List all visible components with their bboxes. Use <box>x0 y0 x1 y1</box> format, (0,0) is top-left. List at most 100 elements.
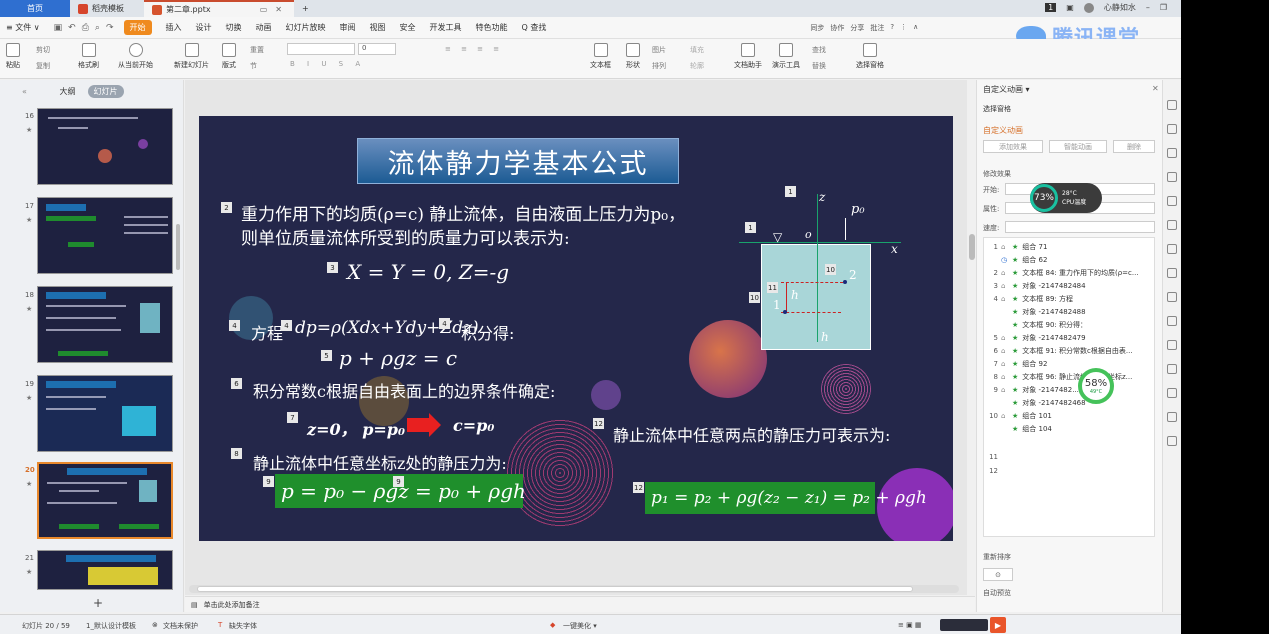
reset-button[interactable]: 重置 <box>250 45 264 55</box>
settings-tool-icon[interactable] <box>1167 412 1177 422</box>
menu-review[interactable]: 审阅 <box>340 22 356 33</box>
slide-thumbnail-20[interactable] <box>37 462 173 539</box>
location-tool-icon[interactable] <box>1167 172 1177 182</box>
new-slide-button[interactable]: 新建幻灯片 <box>174 43 209 70</box>
help-button[interactable]: ? <box>890 23 894 33</box>
undo-icon[interactable]: ↶ <box>68 23 76 33</box>
minimize-button[interactable]: – <box>1146 3 1150 12</box>
list-item[interactable]: 10 ⌂ ★ 组合 101 <box>984 409 1156 422</box>
export-tool-icon[interactable] <box>1167 316 1177 326</box>
section-button[interactable]: 节 <box>250 61 257 71</box>
text-two-points[interactable]: 静止流体中任意两点的静压力可表示为: <box>613 422 890 446</box>
list-item[interactable]: 8 ⌂ ★ 文本框 96: 静止流体中任意坐标z... <box>984 370 1156 383</box>
text-constant-result[interactable]: c=p₀ <box>453 416 494 435</box>
menu-search[interactable]: Q 查找 <box>522 22 547 33</box>
equation-body-force[interactable]: X = Y = 0, Z=-g <box>347 260 509 284</box>
grid-tool-icon[interactable] <box>1167 244 1177 254</box>
recording-widget[interactable] <box>940 619 988 631</box>
collab-button[interactable]: 协作 <box>830 23 844 33</box>
tab-file[interactable]: 第二章.pptx ▭ ✕ <box>144 0 294 17</box>
user-name[interactable]: 心静如水 <box>1104 2 1136 13</box>
tab-close-icon[interactable]: ✕ <box>275 5 282 14</box>
text-integrate[interactable]: 积分得: <box>461 320 514 344</box>
shape-tool-icon[interactable] <box>1167 148 1177 158</box>
menu-insert[interactable]: 插入 <box>166 22 182 33</box>
list-item[interactable]: 9 ⌂ ★ 对象 -2147482... <box>984 383 1156 396</box>
list-item[interactable]: 7 ⌂ ★ 组合 92 <box>984 357 1156 370</box>
thumbnail-scrollbar[interactable] <box>176 224 180 270</box>
memory-monitor-widget[interactable]: 58% 49°C <box>1078 368 1114 404</box>
more-button[interactable]: ⋮ <box>900 23 907 33</box>
beautify-button[interactable]: 一键美化 ▾ <box>563 621 597 631</box>
link-tool-icon[interactable] <box>1167 292 1177 302</box>
list-item[interactable]: 11 <box>984 450 1156 463</box>
tab-outline[interactable]: 大纲 <box>60 86 76 97</box>
arrange-button[interactable]: 排列 <box>652 61 666 71</box>
list-item[interactable]: ★ 对象 -2147482468 <box>984 396 1156 409</box>
list-item[interactable]: 1 ⌂ ★ 组合 71 <box>984 240 1156 253</box>
clipboard-tool-icon[interactable] <box>1167 340 1177 350</box>
menu-animation[interactable]: 动画 <box>256 22 272 33</box>
picture-button[interactable]: 图片 <box>652 45 666 55</box>
fill-button[interactable]: 填充 <box>690 45 704 55</box>
format-tool-icon[interactable] <box>1167 124 1177 134</box>
print-icon[interactable]: ⎙ <box>82 23 89 33</box>
theme-name[interactable]: 1_默认设计模板 <box>86 621 136 631</box>
window-badge[interactable]: 1 <box>1045 3 1057 12</box>
format-painter-button[interactable]: 格式刷 <box>78 43 99 70</box>
cpu-monitor-widget[interactable]: 73% 28°C CPU温度 <box>1030 183 1102 213</box>
restore-button[interactable]: ❐ <box>1160 3 1167 12</box>
slide-thumbnail-21[interactable] <box>37 550 173 590</box>
add-effect-button[interactable]: 添加效果 <box>983 140 1043 153</box>
slide-thumbnail-17[interactable] <box>37 197 173 274</box>
list-item[interactable]: 6 ⌂ ★ 文本框 91: 积分常数c根据自由表... <box>984 344 1156 357</box>
list-item[interactable]: 3 ⌂ ★ 对象 -2147482484 <box>984 279 1156 292</box>
pane-title[interactable]: 自定义动画 ▾ <box>983 84 1030 95</box>
text-line-1[interactable]: 重力作用下的均质(ρ=c) 静止流体，自由液面上压力为p₀， <box>241 200 685 225</box>
text-surface-condition[interactable]: z=0， p=p₀ <box>307 416 405 440</box>
doc-helper-button[interactable]: 文档助手 <box>734 43 762 70</box>
list-item[interactable]: ★ 组合 104 <box>984 422 1156 435</box>
sound-tool-icon[interactable] <box>1167 388 1177 398</box>
menu-view[interactable]: 视图 <box>370 22 386 33</box>
vertical-scrollbar[interactable] <box>969 234 975 260</box>
fluid-diagram[interactable]: 1 1 z p₀ o x ▽ 10 10 11 h h 1 2 <box>739 186 909 356</box>
media-tool-icon[interactable] <box>1167 364 1177 374</box>
select-pane-link[interactable]: 选择窗格 <box>983 104 1011 114</box>
share-button[interactable]: 分享 <box>850 23 864 33</box>
paste-button[interactable]: 粘贴 <box>6 43 20 70</box>
list-item[interactable]: ◷ ★ 组合 62 <box>984 253 1156 266</box>
list-item[interactable]: 12 <box>984 464 1156 477</box>
menu-slideshow[interactable]: 幻灯片放映 <box>286 22 326 33</box>
textbox-button[interactable]: 文本框 <box>590 43 611 70</box>
preview-icon[interactable]: ⌕ <box>95 23 100 33</box>
save-icon[interactable]: ▣ <box>54 23 63 33</box>
slide-thumbnail-18[interactable] <box>37 286 173 363</box>
menu-security[interactable]: 安全 <box>400 22 416 33</box>
notes-bar[interactable]: ▤ 单击此处添加备注 <box>185 596 975 612</box>
horizontal-scrollbar[interactable] <box>189 585 959 593</box>
cut-button[interactable]: 剪切 <box>36 45 50 55</box>
list-item[interactable]: 2 ⌂ ★ 文本框 84: 重力作用下的均质(ρ=c... <box>984 266 1156 279</box>
slide-title[interactable]: 流体静力学基本公式 <box>357 138 679 184</box>
style-tool-icon[interactable] <box>1167 196 1177 206</box>
autoplay-checkbox[interactable]: 自动预览 <box>983 588 1011 598</box>
menu-start[interactable]: 开始 <box>123 20 152 35</box>
equation-integrated[interactable]: p + ρgz = c <box>339 346 457 370</box>
menu-features[interactable]: 特色功能 <box>476 22 508 33</box>
slide-thumbnail-19[interactable] <box>37 375 173 452</box>
speed-select[interactable] <box>1005 221 1155 233</box>
table-tool-icon[interactable] <box>1167 220 1177 230</box>
selection-pane-button[interactable]: 选择窗格 <box>856 43 884 70</box>
collapse-panel-icon[interactable]: « <box>22 87 27 96</box>
shape-button[interactable]: 形状 <box>626 43 640 70</box>
horizontal-scroll-thumb[interactable] <box>197 586 913 592</box>
copy-button[interactable]: 复制 <box>36 61 50 71</box>
smart-animation-button[interactable]: 智能动画 <box>1049 140 1107 153</box>
missing-font[interactable]: 缺失字体 <box>229 621 257 631</box>
close-icon[interactable]: ✕ <box>1152 84 1159 93</box>
text-equation-label[interactable]: 方程 <box>251 320 283 344</box>
view-mode-icons[interactable]: ≡ ▣ ▦ <box>898 621 922 629</box>
equation-differential[interactable]: dp=ρ(Xdx+Ydy+Zdz) <box>295 318 479 338</box>
outline-button[interactable]: 轮廓 <box>690 61 704 71</box>
